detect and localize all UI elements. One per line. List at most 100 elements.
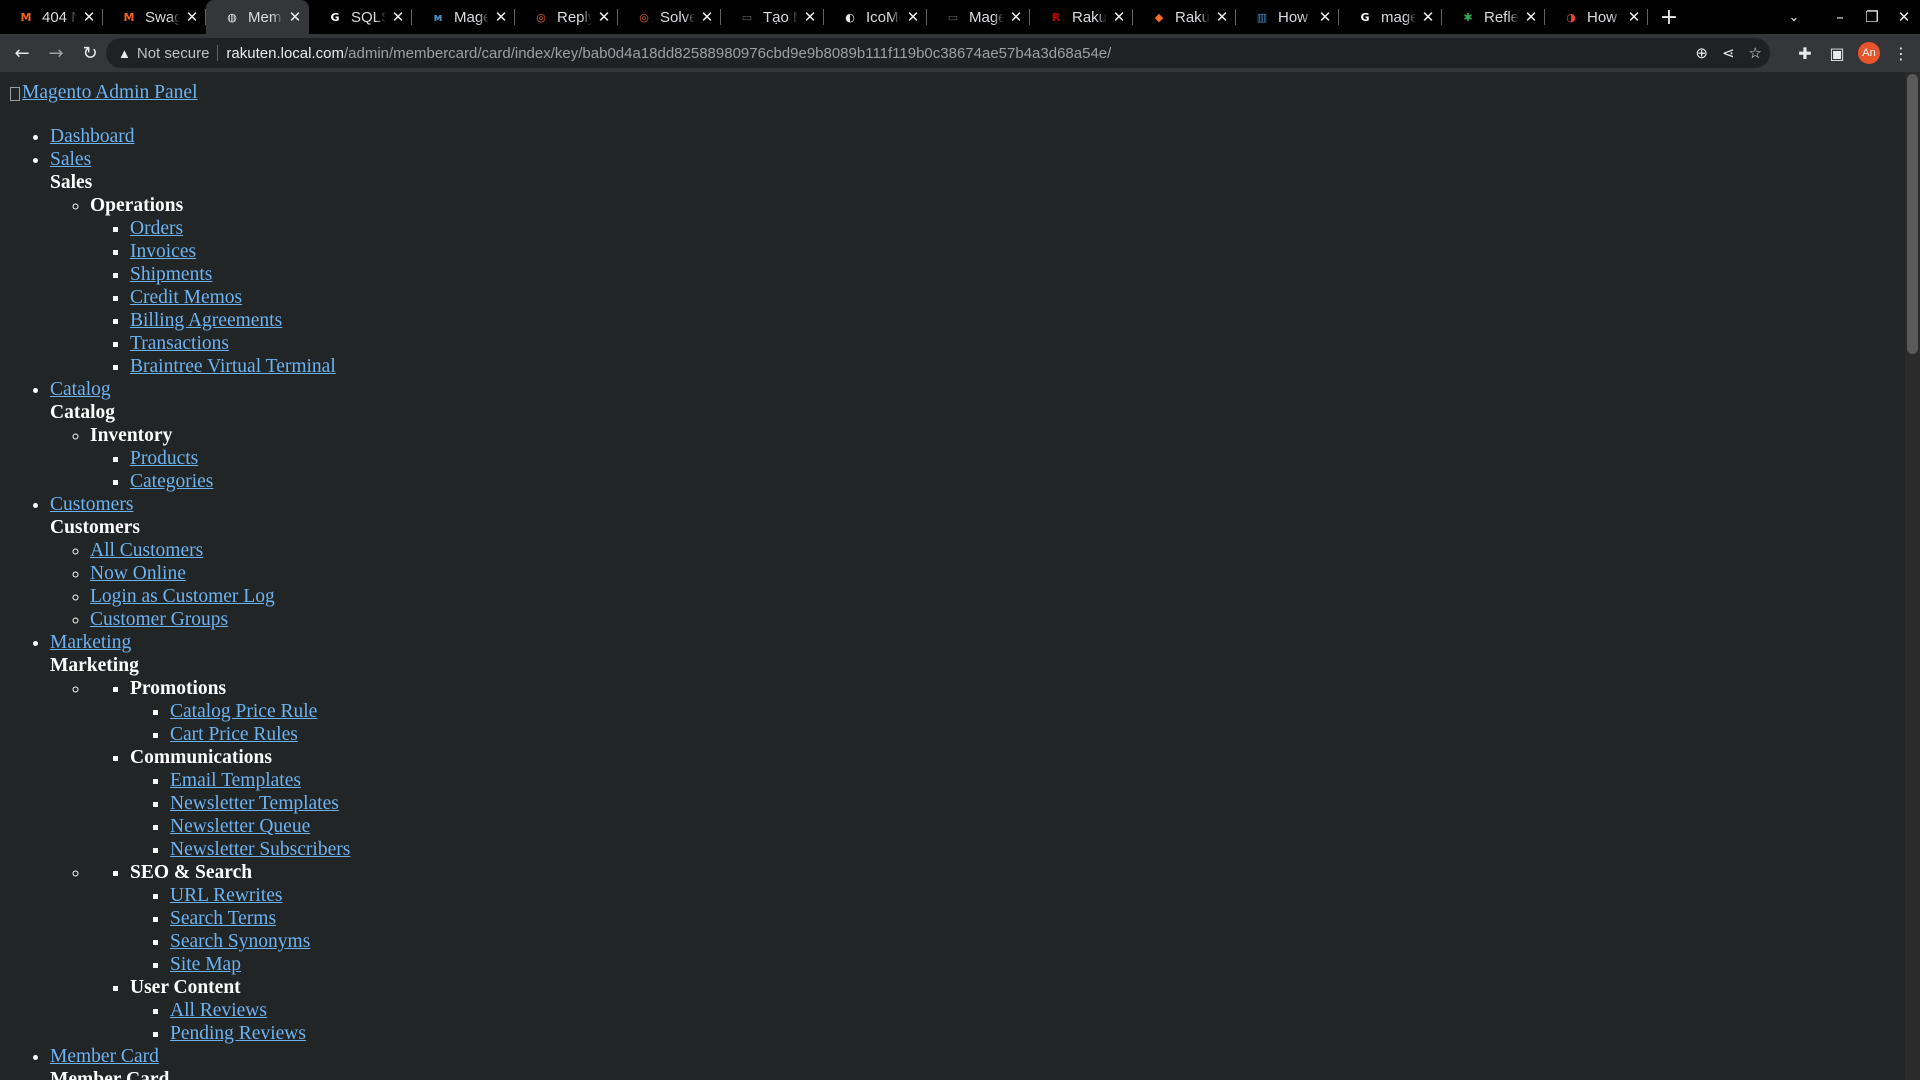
shipments-link[interactable]: Shipments — [130, 264, 212, 285]
browser-tab[interactable]: ▭ Tạo M✕ — [721, 0, 824, 34]
orders-link[interactable]: Orders — [130, 218, 183, 239]
member-card-link[interactable]: Member Card — [50, 1046, 159, 1067]
tab-close-icon[interactable]: ✕ — [1317, 8, 1333, 26]
tab-close-icon[interactable]: ✕ — [493, 8, 509, 26]
site-map-link[interactable]: Site Map — [170, 954, 241, 975]
tab-close-icon[interactable]: ✕ — [1111, 8, 1127, 26]
google-icon: G — [330, 10, 340, 24]
tab-close-icon[interactable]: ✕ — [1626, 8, 1642, 26]
browser-tab[interactable]: M 404 N ✕ — [0, 0, 103, 34]
browser-tab[interactable]: Gmage ✕ — [1339, 0, 1442, 34]
now-online-link[interactable]: Now Online — [90, 563, 186, 584]
tab-close-icon[interactable]: ✕ — [81, 8, 97, 26]
browser-tab[interactable]: ◆ Rakut✕ — [1133, 0, 1236, 34]
tab-close-icon[interactable]: ✕ — [287, 8, 303, 26]
browser-tab[interactable]: M Swag ✕ — [103, 0, 206, 34]
pending-reviews-link[interactable]: Pending Reviews — [170, 1023, 306, 1044]
browser-tab[interactable]: ◎ Solve ✕ — [618, 0, 721, 34]
globe-icon: ◍ — [227, 10, 237, 24]
search-synonyms-link[interactable]: Search Synonyms — [170, 931, 310, 952]
close-window-button[interactable]: ✕ — [1888, 8, 1920, 26]
billing-agreements-link[interactable]: Billing Agreements — [130, 310, 282, 331]
tab-title: SQLST — [351, 8, 386, 26]
mage-m-icon: ᴍ — [433, 10, 443, 24]
user-content-title: User Content — [130, 977, 241, 998]
browser-tab[interactable]: ▥ How t ✕ — [1236, 0, 1339, 34]
login-as-customer-log-link[interactable]: Login as Customer Log — [90, 586, 275, 607]
all-customers-link[interactable]: All Customers — [90, 540, 203, 561]
marketing-column-2: SEO & Search URL RewritesSearch TermsSea… — [90, 861, 1895, 1045]
tab-close-icon[interactable]: ✕ — [390, 8, 406, 26]
address-bar[interactable]: ▲ Not secure rakuten.local.com/admin/mem… — [106, 38, 1770, 68]
browser-tab[interactable]: ◍ Memb✕ — [206, 0, 309, 34]
customer-groups-link[interactable]: Customer Groups — [90, 609, 228, 630]
browser-tab[interactable]: ▭ Mage ✕ — [927, 0, 1030, 34]
bookmark-star-icon[interactable]: ☆ — [1749, 44, 1762, 62]
tab-close-icon[interactable]: ✕ — [1008, 8, 1024, 26]
braintree-virtual-terminal-link[interactable]: Braintree Virtual Terminal — [130, 356, 336, 377]
browser-tab[interactable]: ◐ IcoMo✕ — [824, 0, 927, 34]
marketing-link[interactable]: Marketing — [50, 632, 131, 653]
menu-item-catalog-price-rule: Catalog Price Rule — [170, 700, 1895, 723]
newsletter-subscribers-link[interactable]: Newsletter Subscribers — [170, 839, 350, 860]
newsletter-queue-link[interactable]: Newsletter Queue — [170, 816, 310, 837]
tab-close-icon[interactable]: ✕ — [802, 8, 818, 26]
sales-heading: Sales — [50, 172, 93, 193]
browser-tab[interactable]: ᴍ Mage ✕ — [412, 0, 515, 34]
menu-item-search-terms: Search Terms — [170, 907, 1895, 930]
tab-title: Reflec — [1484, 8, 1519, 26]
newsletter-templates-link[interactable]: Newsletter Templates — [170, 793, 339, 814]
cart-price-rules-link[interactable]: Cart Price Rules — [170, 724, 298, 745]
credit-memos-link[interactable]: Credit Memos — [130, 287, 242, 308]
profile-avatar[interactable]: An — [1858, 42, 1880, 64]
share-icon[interactable]: ⋖ — [1722, 44, 1735, 62]
operations-group: Operations OrdersInvoicesShipmentsCredit… — [90, 194, 1895, 378]
zoom-icon[interactable]: ⊕ — [1695, 44, 1708, 62]
page-scrollbar[interactable] — [1905, 72, 1920, 1080]
all-reviews-link[interactable]: All Reviews — [170, 1000, 267, 1021]
url-rewrites-link[interactable]: URL Rewrites — [170, 885, 282, 906]
forward-button[interactable]: → — [40, 37, 72, 69]
scrollbar-thumb[interactable] — [1907, 74, 1918, 354]
tab-close-icon[interactable]: ✕ — [184, 8, 200, 26]
catalog-link[interactable]: Catalog — [50, 379, 111, 400]
invoices-link[interactable]: Invoices — [130, 241, 196, 262]
arrow-left-icon: ← — [14, 42, 30, 64]
tab-title: Mage — [454, 8, 489, 26]
tab-close-icon[interactable]: ✕ — [596, 8, 612, 26]
minimize-button[interactable]: – — [1824, 8, 1856, 26]
categories-link[interactable]: Categories — [130, 471, 213, 492]
dashboard-link[interactable]: Dashboard — [50, 126, 134, 147]
omnibox-actions: ⊕ ⋖ ☆ — [1695, 38, 1762, 68]
menu-item-transactions: Transactions — [130, 332, 1895, 355]
search-terms-link[interactable]: Search Terms — [170, 908, 276, 929]
tab-close-icon[interactable]: ✕ — [1420, 8, 1436, 26]
reload-button[interactable]: ↻ — [74, 37, 106, 69]
tab-close-icon[interactable]: ✕ — [699, 8, 715, 26]
restore-button[interactable]: ❐ — [1856, 8, 1888, 26]
tab-close-icon[interactable]: ✕ — [1214, 8, 1230, 26]
magento-icon: M — [20, 10, 32, 24]
browser-tab[interactable]: R Rakut✕ — [1030, 0, 1133, 34]
tab-close-icon[interactable]: ✕ — [905, 8, 921, 26]
browser-tab[interactable]: ✱ Reflec✕ — [1442, 0, 1545, 34]
products-link[interactable]: Products — [130, 448, 198, 469]
extensions-icon[interactable]: ✚ — [1794, 44, 1816, 63]
catalog-price-rule-link[interactable]: Catalog Price Rule — [170, 701, 317, 722]
side-panel-icon[interactable]: ▣ — [1826, 44, 1848, 63]
email-templates-link[interactable]: Email Templates — [170, 770, 301, 791]
browser-tab[interactable]: G SQLST✕ — [309, 0, 412, 34]
transactions-link[interactable]: Transactions — [130, 333, 229, 354]
tab-close-icon[interactable]: ✕ — [1523, 8, 1539, 26]
browser-tab[interactable]: ◑ How t ✕ — [1545, 0, 1648, 34]
back-button[interactable]: ← — [6, 37, 38, 69]
customers-link[interactable]: Customers — [50, 494, 133, 515]
magento-logo-link[interactable]: Magento Admin Panel — [10, 82, 197, 104]
sales-link[interactable]: Sales — [50, 149, 91, 170]
new-tab-button[interactable]: + — [1652, 0, 1686, 34]
kebab-menu-icon[interactable]: ⋮ — [1890, 44, 1912, 63]
browser-tab[interactable]: ◎ Reply ✕ — [515, 0, 618, 34]
plus-icon: + — [1659, 4, 1679, 30]
tab-search-button[interactable]: ⌄ — [1774, 10, 1814, 25]
menu-item-newsletter-queue: Newsletter Queue — [170, 815, 1895, 838]
